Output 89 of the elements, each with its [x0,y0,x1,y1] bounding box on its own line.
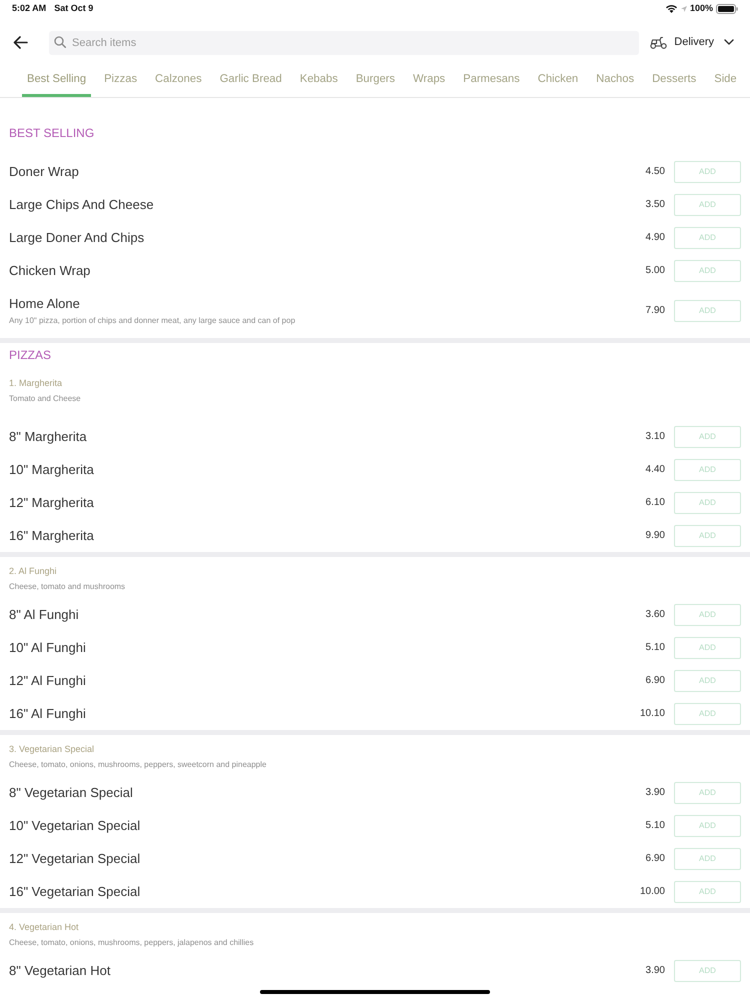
item-price: 5.10 [646,640,665,654]
location-arrow-icon [680,6,687,12]
add-button[interactable]: ADD [674,524,741,546]
battery-percent: 100% [690,2,713,16]
scooter-icon [650,36,668,48]
add-button[interactable]: ADD [674,782,741,804]
item-price: 4.90 [646,230,665,244]
status-time: 5:02 AM [12,2,46,16]
item-price: 6.90 [646,674,665,688]
group-description: Cheese, tomato, onions, mushrooms, peppers, jalapenos and chillies [9,937,254,949]
item-name: 8" Al Funghi [9,606,79,623]
back-arrow-icon[interactable] [13,36,28,48]
group-title: 2. Al Funghi [9,565,57,577]
add-button[interactable]: ADD [674,492,741,514]
section-title: PIZZAS [9,348,52,362]
item-price: 4.50 [646,164,665,178]
item-name: Home Alone [9,295,80,312]
add-button[interactable]: ADD [674,880,741,902]
add-button[interactable]: ADD [674,426,741,448]
item-name: 10" Al Funghi [9,639,86,656]
category-tab[interactable]: Pizzas [99,71,142,97]
category-tab[interactable]: Kebabs [294,71,343,97]
category-tab[interactable]: Parmesans [458,71,525,97]
add-button[interactable]: ADD [674,226,741,248]
item-price: 3.90 [646,786,665,800]
add-button[interactable]: ADD [674,702,741,724]
add-button[interactable]: ADD [674,960,741,982]
group-title: 4. Vegetarian Hot [9,921,79,933]
category-tab[interactable]: Garlic Bread [214,71,287,97]
add-button[interactable]: ADD [674,636,741,658]
category-tab[interactable]: Nachos [591,71,640,97]
item-name: Large Doner And Chips [9,229,144,246]
category-tab[interactable]: Burgers [350,71,400,97]
item-price: 10.10 [640,706,665,720]
item-price: 5.10 [646,818,665,832]
category-tab[interactable]: Best Selling [22,71,92,97]
add-button[interactable]: ADD [674,260,741,282]
group-description: Tomato and Cheese [9,393,81,405]
item-name: 16" Margherita [9,527,94,544]
item-name: Large Chips And Cheese [9,196,154,213]
battery-icon [716,4,738,14]
item-price: 10.00 [640,884,665,898]
item-name: 16" Al Funghi [9,705,86,722]
item-name: Doner Wrap [9,163,79,180]
search-icon [54,36,66,48]
item-name: 8" Vegetarian Special [9,784,133,801]
add-button[interactable]: ADD [674,604,741,626]
item-price: 3.10 [646,430,665,444]
add-button[interactable]: ADD [674,300,741,322]
item-price: 3.90 [646,964,665,978]
chevron-down-icon [724,39,734,45]
item-name: 12" Vegetarian Special [9,850,140,867]
add-button[interactable]: ADD [674,458,741,480]
group-description: Cheese, tomato and mushrooms [9,581,126,593]
category-tab[interactable]: Wraps [408,71,450,97]
item-price: 9.90 [646,528,665,542]
add-button[interactable]: ADD [674,194,741,216]
wifi-icon [666,5,677,13]
item-name: 16" Vegetarian Special [9,883,140,900]
add-button[interactable]: ADD [674,814,741,836]
item-name: 10" Margherita [9,461,94,478]
delivery-dropdown[interactable]: Delivery [674,34,734,50]
add-button[interactable]: ADD [674,160,741,182]
item-name: 10" Vegetarian Special [9,817,140,834]
item-name: 8" Vegetarian Hot [9,962,110,979]
category-tab[interactable]: Calzones [150,71,207,97]
group-title: 1. Margherita [9,377,62,389]
category-tab[interactable]: Side [709,71,742,97]
group-description: Cheese, tomato, onions, mushrooms, peppers, sweetcorn and pineapple [9,759,266,771]
status-date: Sat Oct 9 [54,2,94,16]
search-field[interactable]: Search items [49,31,639,55]
category-tab[interactable]: Desserts [647,71,702,97]
item-price: 3.60 [646,608,665,622]
item-name: Chicken Wrap [9,262,90,279]
item-price: 7.90 [646,304,665,318]
add-button[interactable]: ADD [674,670,741,692]
item-name: 12" Al Funghi [9,672,86,689]
item-name: 8" Margherita [9,428,87,445]
item-price: 6.10 [646,496,665,510]
group-title: 3. Vegetarian Special [9,743,94,755]
category-tab[interactable]: Chicken [532,71,584,97]
section-title: BEST SELLING [9,126,94,140]
add-button[interactable]: ADD [674,848,741,870]
item-price: 5.00 [646,264,665,278]
item-price: 4.40 [646,462,665,476]
item-name: 12" Margherita [9,494,94,511]
item-price: 6.90 [646,852,665,866]
item-description: Any 10" pizza, portion of chips and donner meat, any large sauce and can of pop [9,315,296,327]
item-price: 3.50 [646,198,665,212]
